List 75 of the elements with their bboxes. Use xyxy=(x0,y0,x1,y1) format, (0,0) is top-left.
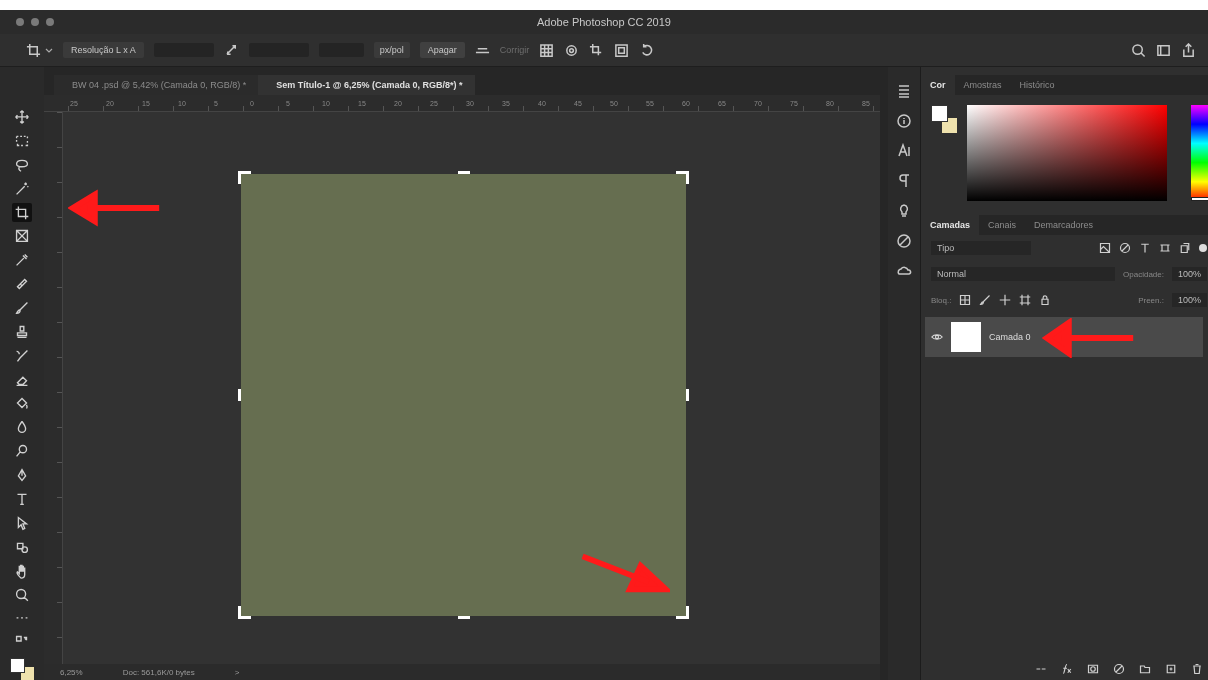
properties-icon[interactable] xyxy=(896,83,912,99)
image-filter-icon[interactable] xyxy=(1099,242,1111,254)
maximize-button[interactable] xyxy=(46,18,54,26)
opacity-label: Opacidade: xyxy=(1123,269,1164,279)
effects-icon[interactable] xyxy=(1061,663,1073,675)
brush-icon[interactable] xyxy=(979,294,992,306)
hue-slider-thumb[interactable] xyxy=(1191,197,1208,201)
folder-icon[interactable] xyxy=(1139,663,1151,675)
character-icon[interactable] xyxy=(896,143,912,159)
artboard-icon[interactable] xyxy=(1019,294,1032,306)
layer-name: Camada 0 xyxy=(989,332,1031,342)
ratio-dropdown[interactable]: Resolução L x A xyxy=(63,42,144,58)
crop-handle[interactable] xyxy=(238,606,251,619)
layer-row[interactable]: Camada 0 xyxy=(925,317,1203,357)
caret-icon[interactable] xyxy=(45,46,53,54)
trash-icon[interactable] xyxy=(1191,663,1203,675)
crop-handle[interactable] xyxy=(676,606,689,619)
workspace-icon[interactable] xyxy=(1156,42,1171,58)
fill-field[interactable]: 100% xyxy=(1171,293,1207,307)
crop-handle[interactable] xyxy=(686,389,689,401)
lock-icon[interactable] xyxy=(1039,294,1052,306)
adjustments-icon[interactable] xyxy=(896,233,912,249)
status-menu-arrow[interactable]: > xyxy=(234,667,240,677)
color-field[interactable] xyxy=(967,105,1167,201)
move-icon[interactable] xyxy=(999,294,1012,306)
filter-toggle[interactable] xyxy=(1199,244,1207,252)
lock-label: Bloq.: xyxy=(931,295,952,305)
document-size: Doc: 561,6K/0 bytes xyxy=(122,667,195,677)
adjustment-layer-icon[interactable] xyxy=(1113,663,1125,675)
crop-icon[interactable] xyxy=(26,42,41,58)
checker-icon[interactable] xyxy=(959,294,972,306)
info-icon[interactable] xyxy=(896,113,912,129)
mask-icon[interactable] xyxy=(1087,663,1099,675)
panel-tab[interactable]: Demarcadores xyxy=(1025,215,1103,235)
panel-tab[interactable]: Histórico xyxy=(1010,75,1064,95)
panel-tab[interactable]: Canais xyxy=(979,215,1026,235)
new-layer-icon[interactable] xyxy=(1165,663,1177,675)
share-icon[interactable] xyxy=(1181,42,1196,58)
opacity-field[interactable]: 100% xyxy=(1171,267,1207,281)
move-icon[interactable] xyxy=(12,107,32,127)
hue-slider[interactable] xyxy=(1191,105,1208,201)
fill-label: Preen.: xyxy=(1138,295,1164,305)
undo-icon[interactable] xyxy=(639,42,655,58)
eye-icon[interactable] xyxy=(931,331,943,343)
crop-handle[interactable] xyxy=(238,171,251,184)
crop-icon[interactable] xyxy=(12,202,32,223)
document-tab[interactable]: Sem Título-1 @ 6,25% (Camada 0, RGB/8*) * xyxy=(258,75,475,95)
minimize-button[interactable] xyxy=(31,18,39,26)
zoom-level: 6,25% xyxy=(60,667,83,677)
close-button[interactable] xyxy=(16,18,24,26)
panel-tab[interactable]: Cor xyxy=(921,75,955,95)
blend-mode-dropdown[interactable]: Normal xyxy=(931,267,1116,281)
smart-object-filter-icon[interactable] xyxy=(1179,242,1191,254)
color-swatches[interactable] xyxy=(931,105,957,133)
paragraph-icon[interactable] xyxy=(896,173,912,189)
clear-button[interactable]: Apagar xyxy=(419,42,465,58)
filter-dropdown[interactable]: Tipo xyxy=(931,241,1031,255)
search-icon[interactable] xyxy=(1131,42,1146,58)
color-swatches[interactable] xyxy=(10,658,34,680)
type-filter-icon[interactable] xyxy=(1139,242,1151,254)
layer-thumbnail xyxy=(951,322,981,352)
content-aware-icon[interactable] xyxy=(614,42,630,58)
grid-icon[interactable] xyxy=(539,42,555,58)
shape-filter-icon[interactable] xyxy=(1159,242,1171,254)
panel-tab[interactable]: Camadas xyxy=(921,215,980,235)
document-tab[interactable]: BW 04 .psd @ 5,42% (Camada 0, RGB/8) * xyxy=(54,75,259,95)
panel-tab[interactable]: Amostras xyxy=(954,75,1011,95)
window-title: Adobe Photoshop CC 2019 xyxy=(537,16,671,28)
crop-handle[interactable] xyxy=(457,616,470,619)
crop-handle[interactable] xyxy=(238,389,241,401)
settings-icon[interactable] xyxy=(564,42,580,58)
adjustment-filter-icon[interactable] xyxy=(1119,242,1131,254)
units-dropdown[interactable]: px/pol xyxy=(373,42,410,58)
crop-handle[interactable] xyxy=(457,171,470,174)
crop-handle[interactable] xyxy=(676,171,689,184)
